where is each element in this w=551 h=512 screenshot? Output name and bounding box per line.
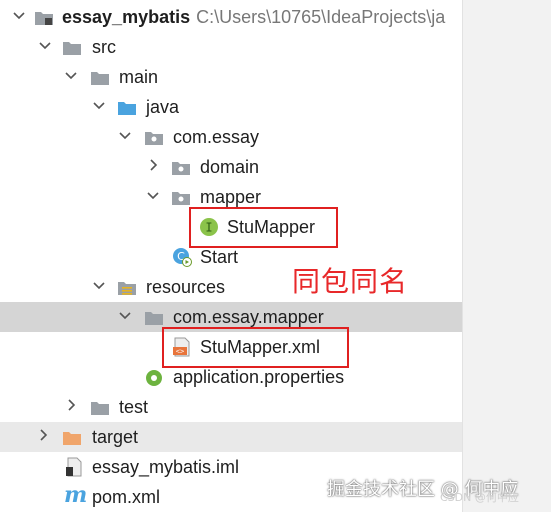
- tree-row-main[interactable]: main: [0, 62, 462, 92]
- tree-row-application-properties[interactable]: application.properties: [0, 362, 462, 392]
- source-folder-icon: [118, 102, 136, 115]
- chevron-down-icon[interactable]: [92, 278, 106, 292]
- tree-row-project[interactable]: essay_mybatis C:\Users\10765\IdeaProjects…: [0, 2, 462, 32]
- editor-gutter: [462, 0, 551, 512]
- tree-row-test[interactable]: test: [0, 392, 462, 422]
- resources-folder-icon: [118, 282, 136, 295]
- module-folder-icon: [35, 12, 53, 25]
- mapper-label: mapper: [200, 187, 262, 207]
- spring-properties-icon: [146, 370, 162, 386]
- tree-row-target[interactable]: target: [0, 422, 462, 452]
- chevron-right-icon[interactable]: [146, 158, 160, 172]
- package-icon: [172, 162, 190, 175]
- domain-label: domain: [200, 157, 260, 177]
- test-label: test: [119, 397, 149, 417]
- main-label: main: [119, 67, 159, 87]
- target-label: target: [92, 427, 139, 447]
- excluded-folder-icon: [63, 432, 81, 445]
- folder-icon: [145, 312, 163, 325]
- chevron-right-icon[interactable]: [64, 398, 78, 412]
- tree-row-domain[interactable]: domain: [0, 152, 462, 182]
- iml-file-icon: [66, 457, 82, 477]
- iml-label: essay_mybatis.iml: [92, 457, 240, 477]
- project-label: essay_mybatis C:\Users\10765\IdeaProjects…: [62, 7, 446, 27]
- application-properties-label: application.properties: [173, 367, 345, 387]
- chevron-right-icon[interactable]: [36, 428, 50, 442]
- package-icon: [145, 132, 163, 145]
- chevron-down-icon[interactable]: [64, 68, 78, 82]
- java-label: java: [146, 97, 180, 117]
- tree-row-com-essay[interactable]: com.essay: [0, 122, 462, 152]
- tree-row-java[interactable]: java: [0, 92, 462, 122]
- chevron-down-icon[interactable]: [118, 308, 132, 322]
- start-label: Start: [200, 247, 239, 267]
- tree-row-resources[interactable]: resources: [0, 272, 462, 302]
- tree-row-src[interactable]: src: [0, 32, 462, 62]
- chevron-down-icon[interactable]: [38, 38, 52, 52]
- watermark-csdn: CSDN @何中应: [440, 491, 519, 504]
- chevron-down-icon[interactable]: [146, 188, 160, 202]
- chevron-down-icon[interactable]: [92, 98, 106, 112]
- com-essay-label: com.essay: [173, 127, 260, 147]
- src-label: src: [92, 37, 116, 57]
- chevron-down-icon[interactable]: [12, 8, 26, 22]
- com-essay-mapper-label: com.essay.mapper: [173, 307, 324, 327]
- package-icon: [172, 192, 190, 205]
- folder-icon: [91, 402, 109, 415]
- maven-icon: m: [64, 482, 88, 508]
- class-runnable-icon: C: [173, 248, 192, 267]
- chevron-down-icon[interactable]: [118, 128, 132, 142]
- pom-label: pom.xml: [92, 487, 161, 507]
- resources-label: resources: [146, 277, 226, 297]
- folder-icon: [63, 42, 81, 55]
- folder-icon: [91, 72, 109, 85]
